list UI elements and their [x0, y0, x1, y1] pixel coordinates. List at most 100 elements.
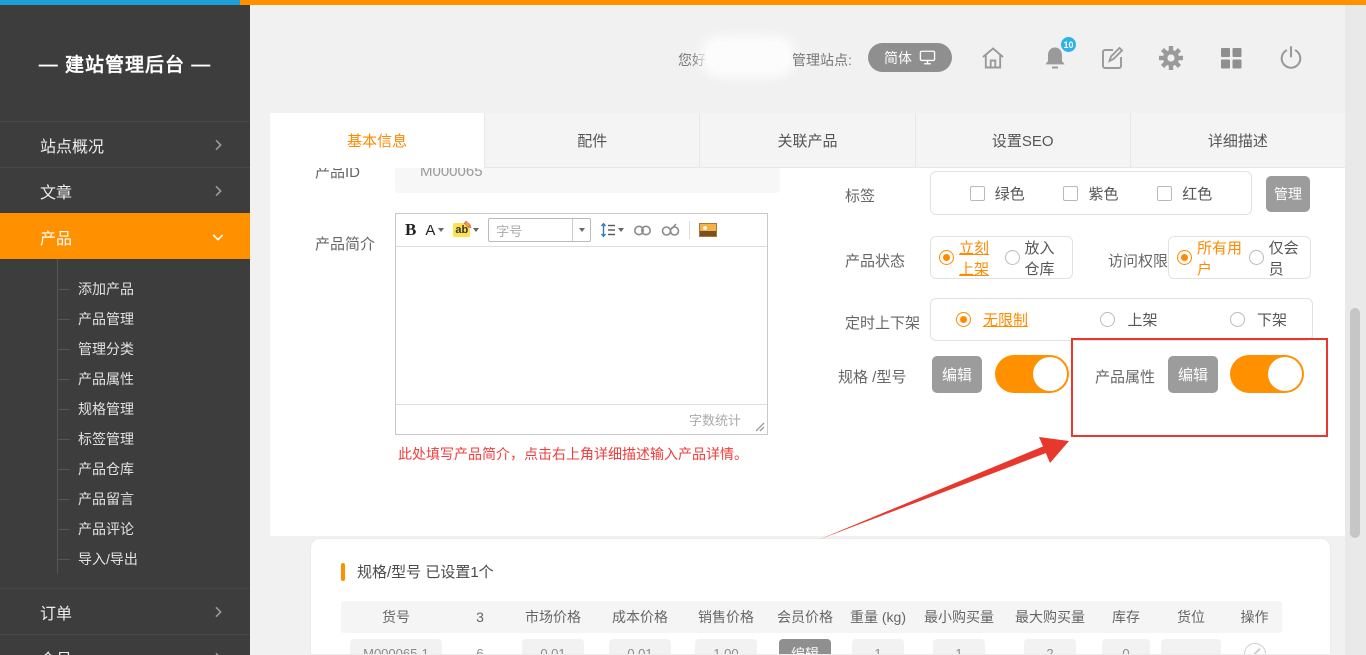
scrollbar-thumb[interactable]: [1350, 308, 1360, 538]
tab-seo-settings[interactable]: 设置SEO: [915, 113, 1130, 168]
language-button[interactable]: 简体: [868, 43, 952, 72]
toolbar-divider: [689, 221, 690, 239]
market-price-cell[interactable]: 0.01: [522, 639, 584, 655]
submenu-item-category-management[interactable]: 管理分类: [0, 334, 250, 364]
schedule-label: 定时上下架: [845, 312, 920, 333]
sidebar: — 建站管理后台 — 站点概况 文章 产品 添加产品 产品管理 管理分类 产品属…: [0, 5, 250, 655]
sidebar-item-site-overview[interactable]: 站点概况: [0, 121, 250, 167]
insert-image-icon[interactable]: [699, 223, 717, 237]
max-qty-cell[interactable]: 2: [1024, 639, 1076, 655]
spec-value-cell: 6: [476, 639, 483, 655]
edit-icon[interactable]: [1098, 44, 1126, 72]
col-weight: 重量 (kg): [841, 607, 915, 627]
bold-icon[interactable]: B: [405, 220, 416, 240]
sidebar-item-label: 文章: [40, 179, 72, 203]
rich-text-editor[interactable]: B A ab✎ 字号: [395, 213, 768, 435]
chevron-right-icon: [210, 137, 226, 153]
sidebar-item-orders[interactable]: 订单: [0, 588, 250, 634]
tag-checkbox-green[interactable]: 绿色: [970, 183, 1025, 204]
submenu-item-tag-management[interactable]: 标签管理: [0, 424, 250, 454]
line-height-icon[interactable]: [600, 222, 624, 238]
remove-link-icon[interactable]: [661, 223, 680, 238]
font-size-select[interactable]: 字号: [488, 218, 591, 242]
chevron-right-icon: [210, 183, 226, 199]
submenu-item-add-product[interactable]: 添加产品: [0, 274, 250, 304]
radio-to-warehouse[interactable]: 放入仓库: [1005, 237, 1065, 279]
power-logout-icon[interactable]: [1277, 44, 1305, 72]
submenu-item-product-reviews[interactable]: 产品评论: [0, 514, 250, 544]
submenu-item-product-messages[interactable]: 产品留言: [0, 484, 250, 514]
sidebar-item-articles[interactable]: 文章: [0, 167, 250, 213]
col-sale-price: 销售价格: [683, 607, 769, 627]
submenu-item-spec-management[interactable]: 规格管理: [0, 394, 250, 424]
weight-cell[interactable]: 1: [852, 639, 904, 655]
apps-grid-icon[interactable]: [1217, 44, 1245, 72]
checkbox-icon: [1157, 186, 1172, 201]
spec-section-title: 规格/型号: [357, 564, 421, 581]
font-color-icon[interactable]: A: [425, 222, 444, 239]
chevron-down-icon: [210, 229, 226, 245]
insert-link-icon[interactable]: [633, 224, 652, 237]
annotation-highlight-box: [1071, 338, 1328, 437]
checkbox-icon: [970, 186, 985, 201]
sale-price-cell[interactable]: 1.00: [695, 639, 757, 655]
home-icon[interactable]: [979, 44, 1007, 72]
tab-basic-info[interactable]: 基本信息: [270, 113, 484, 168]
manage-tags-button[interactable]: 管理: [1266, 176, 1310, 212]
tag-checkbox-red[interactable]: 红色: [1157, 183, 1212, 204]
notifications-bell-icon[interactable]: 10: [1041, 44, 1069, 72]
notification-badge: 10: [1060, 36, 1077, 53]
product-intro-label: 产品简介: [315, 233, 375, 254]
radio-selected-icon: [939, 250, 954, 265]
min-qty-cell[interactable]: 1: [933, 639, 985, 655]
submenu-item-product-management[interactable]: 产品管理: [0, 304, 250, 334]
spec-section-count: 已设置1个: [425, 564, 493, 581]
col-max-qty: 最大购买量: [1003, 607, 1097, 627]
select-caret-icon: [572, 219, 590, 241]
col-cost-price: 成本价格: [597, 607, 683, 627]
tab-accessories[interactable]: 配件: [484, 113, 699, 168]
tab-detailed-description[interactable]: 详细描述: [1130, 113, 1345, 168]
sidebar-item-products[interactable]: 产品: [0, 213, 250, 259]
location-cell[interactable]: [1161, 639, 1221, 655]
spec-toggle-on[interactable]: [995, 355, 1069, 393]
resize-grip[interactable]: [754, 421, 765, 432]
spec-table-row: M000065-1 6 0.01 0.01 1.00 编辑 1 1 2 0: [341, 639, 1282, 655]
submenu-item-import-export[interactable]: 导入/导出: [0, 544, 250, 574]
cost-price-cell[interactable]: 0.01: [609, 639, 671, 655]
radio-publish-now[interactable]: 立刻上架: [939, 237, 999, 279]
radio-icon: [1005, 250, 1020, 265]
submenu-item-product-warehouse[interactable]: 产品仓库: [0, 454, 250, 484]
word-count-label: 字数统计: [689, 410, 741, 429]
sku-cell[interactable]: M000065-1: [350, 639, 442, 655]
spec-table-header: 货号 3 市场价格 成本价格 销售价格 会员价格 重量 (kg) 最小购买量 最…: [341, 601, 1282, 633]
radio-no-limit[interactable]: 无限制: [956, 309, 1028, 330]
spec-section-header: 规格/型号 已设置1个: [341, 561, 494, 582]
radio-schedule-off[interactable]: 下架: [1230, 309, 1287, 330]
sidebar-item-label: 订单: [40, 600, 72, 624]
row-edit-button[interactable]: 编辑: [779, 639, 831, 655]
settings-gear-icon[interactable]: [1157, 44, 1185, 72]
checkbox-icon: [1063, 186, 1078, 201]
spec-edit-button[interactable]: 编辑: [932, 356, 982, 393]
sidebar-item-label: 会员: [40, 646, 72, 655]
col-actions: 操作: [1227, 607, 1282, 627]
col-market-price: 市场价格: [509, 607, 597, 627]
editor-statusbar: 字数统计: [396, 404, 767, 434]
products-submenu: 添加产品 产品管理 管理分类 产品属性 规格管理 标签管理 产品仓库 产品留言 …: [0, 259, 250, 588]
radio-members-only[interactable]: 仅会员: [1249, 237, 1302, 279]
pen-icon: ✎: [463, 219, 472, 232]
col-stock: 库存: [1097, 607, 1155, 627]
highlight-icon[interactable]: ab✎: [453, 223, 479, 237]
col-sku: 货号: [341, 607, 451, 627]
radio-all-users[interactable]: 所有用户: [1177, 237, 1243, 279]
radio-icon: [1230, 312, 1245, 327]
tag-checkbox-purple[interactable]: 紫色: [1063, 183, 1118, 204]
stock-cell[interactable]: 0: [1102, 639, 1150, 655]
submenu-item-product-attributes[interactable]: 产品属性: [0, 364, 250, 394]
radio-schedule-on[interactable]: 上架: [1100, 309, 1157, 330]
delete-row-icon[interactable]: [1244, 643, 1266, 655]
sidebar-item-members[interactable]: 会员: [0, 634, 250, 655]
tags-group: 绿色 紫色 红色: [930, 171, 1252, 215]
tab-related-products[interactable]: 关联产品: [699, 113, 914, 168]
